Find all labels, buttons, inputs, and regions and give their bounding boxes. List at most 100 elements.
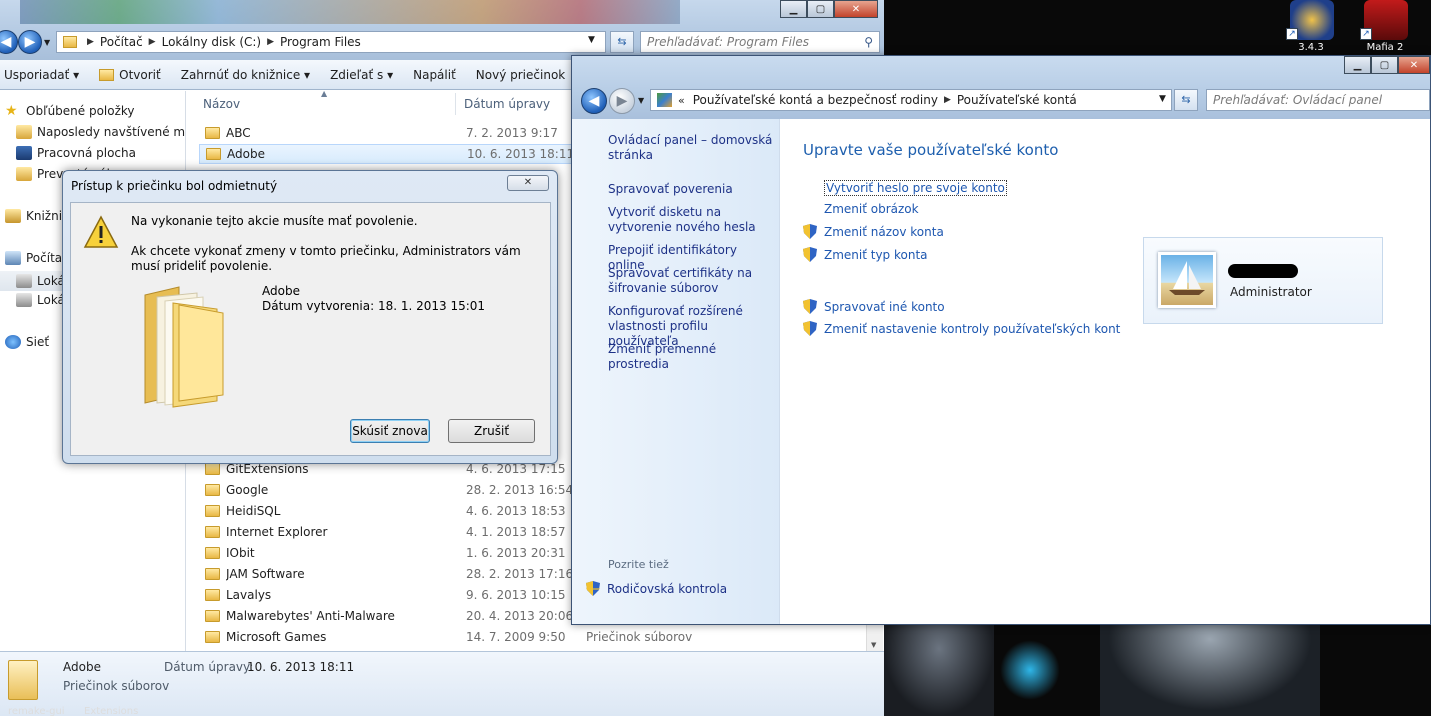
- manage-credentials-link[interactable]: Spravovať poverenia: [608, 182, 773, 197]
- breadcrumb-user-accounts-family[interactable]: Používateľské kontá a bezpečnosť rodiny: [693, 93, 938, 107]
- nav-label: Sieť: [26, 335, 50, 349]
- new-folder-button[interactable]: Nový priečinok: [466, 68, 575, 82]
- explorer-search-input[interactable]: Prehľadávať: Program Files ⚲: [640, 31, 880, 53]
- file-date: 20. 4. 2013 20:06: [466, 609, 574, 623]
- file-name: Google: [226, 483, 269, 497]
- change-picture-link[interactable]: Zmeniť obrázok: [803, 202, 919, 216]
- create-password-link[interactable]: Vytvoriť heslo pre svoje konto: [803, 180, 1007, 196]
- cancel-button[interactable]: Zrušiť: [448, 419, 535, 443]
- minimize-button[interactable]: ▁: [780, 0, 807, 18]
- breadcrumb-computer[interactable]: Počítač: [100, 35, 143, 49]
- forward-button[interactable]: ▶: [18, 30, 42, 54]
- minimize-button[interactable]: ▁: [1344, 56, 1371, 74]
- recent-places-icon: [16, 125, 32, 139]
- explorer-address-bar[interactable]: ▶ Počítač ▶ Lokálny disk (C:) ▶ Program …: [56, 31, 606, 53]
- change-account-type-link[interactable]: Zmeniť typ konta: [803, 247, 928, 262]
- nav-favorites[interactable]: ★ Obľúbené položky: [5, 104, 135, 118]
- parental-controls-link[interactable]: Rodičovská kontrola: [586, 581, 727, 596]
- details-type: Priečinok súborov: [63, 679, 170, 693]
- organize-button[interactable]: Usporiadať ▾: [0, 68, 89, 82]
- password-reset-disk-link[interactable]: Vytvoriť disketu na vytvorenie nového he…: [608, 205, 773, 235]
- page-title: Upravte vaše používateľské konto: [803, 141, 1059, 159]
- file-date: 9. 6. 2013 10:15: [466, 588, 566, 602]
- burn-button[interactable]: Napáliť: [403, 68, 466, 82]
- uac-shield-icon: [803, 247, 817, 262]
- scroll-down-arrow-icon[interactable]: ▼: [871, 641, 876, 649]
- address-dropdown-button[interactable]: ▼: [1159, 94, 1166, 104]
- cp-home-link[interactable]: Ovládací panel – domovská stránka: [608, 133, 773, 163]
- open-button[interactable]: Otvoriť: [89, 68, 171, 82]
- network-icon: [5, 335, 21, 349]
- change-account-name-link[interactable]: Zmeniť názov konta: [803, 224, 944, 239]
- back-button[interactable]: ◀: [581, 88, 607, 114]
- file-name: IObit: [226, 546, 255, 560]
- desktop-shortcut-wow[interactable]: ↗ 3.4.3: [1276, 0, 1340, 53]
- file-name: Lavalys: [226, 588, 272, 602]
- share-with-button[interactable]: Zdieľať s ▾: [320, 68, 403, 82]
- folder-icon: [205, 589, 220, 601]
- folder-icon: [205, 463, 220, 475]
- column-header-name[interactable]: Názov: [203, 97, 240, 111]
- folder-icon: [205, 484, 220, 496]
- refresh-button[interactable]: ⇆: [1174, 89, 1198, 111]
- breadcrumb-separator: ▶: [943, 95, 951, 105]
- folder-icon: [205, 547, 220, 559]
- include-in-library-button[interactable]: Zahrnúť do knižnice ▾: [171, 68, 320, 82]
- cpanel-search-input[interactable]: Prehľadávať: Ovládací panel: [1206, 89, 1430, 111]
- environment-variables-link[interactable]: Zmeniť premenné prostredia: [608, 342, 773, 372]
- wallpaper-robot-right: [1100, 620, 1320, 716]
- recent-pages-dropdown[interactable]: ▼: [44, 38, 50, 47]
- file-date: 4. 1. 2013 18:57: [466, 525, 566, 539]
- retry-button[interactable]: Skúsiť znova: [350, 419, 430, 443]
- maximize-button[interactable]: ▢: [1371, 56, 1398, 74]
- nav-label: Obľúbené položky: [26, 104, 135, 118]
- wallpaper-glow: [1000, 640, 1060, 700]
- refresh-button[interactable]: ⇆: [610, 31, 634, 53]
- breadcrumb-program-files[interactable]: Program Files: [280, 35, 361, 49]
- forward-button[interactable]: ▶: [609, 88, 635, 114]
- maximize-button[interactable]: ▢: [807, 0, 834, 18]
- recent-pages-dropdown[interactable]: ▼: [638, 96, 644, 105]
- breadcrumb-overflow[interactable]: «: [678, 94, 685, 107]
- account-picture[interactable]: [1158, 252, 1216, 308]
- cpanel-address-bar[interactable]: « Používateľské kontá a bezpečnosť rodin…: [650, 89, 1172, 111]
- nav-desktop[interactable]: Pracovná plocha: [16, 146, 136, 160]
- close-button[interactable]: ✕: [1398, 56, 1430, 74]
- address-dropdown-button[interactable]: ▼: [588, 35, 595, 45]
- dialog-message: Na vykonanie tejto akcie musíte mať povo…: [131, 214, 418, 228]
- drive-icon: [16, 274, 32, 288]
- file-name: JAM Software: [226, 567, 305, 581]
- breadcrumb-local-disk[interactable]: Lokálny disk (C:): [162, 35, 262, 49]
- file-name: Internet Explorer: [226, 525, 328, 539]
- folder-icon: [205, 631, 220, 643]
- desktop-shortcut-label: 3.4.3: [1298, 42, 1324, 53]
- breadcrumb-separator: ▶: [148, 37, 156, 47]
- column-header-date[interactable]: Dátum úpravy: [464, 97, 550, 111]
- nav-recent-places[interactable]: Naposledy navštívené miest: [16, 125, 185, 139]
- file-date: 4. 6. 2013 17:15: [466, 462, 566, 476]
- manage-another-account-link[interactable]: Spravovať iné konto: [803, 299, 945, 314]
- wallpaper-robot-left: [884, 620, 994, 716]
- uac-shield-icon: [586, 581, 600, 596]
- shortcut-arrow-icon: ↗: [1286, 28, 1298, 40]
- file-row[interactable]: Microsoft Games 14. 7. 2009 9:50 Priečinok…: [199, 627, 869, 647]
- drive-icon: [16, 293, 32, 307]
- star-icon: ★: [5, 103, 18, 119]
- desktop-shortcut-mafia2[interactable]: ↗ Mafia 2: [1350, 0, 1414, 53]
- desktop-icon: [16, 146, 32, 160]
- dialog-close-button[interactable]: ✕: [507, 175, 549, 191]
- nav-label: Pracovná plocha: [37, 146, 136, 160]
- dialog-folder-name: Adobe: [262, 284, 300, 298]
- file-date: 14. 7. 2009 9:50: [466, 630, 566, 644]
- column-divider: [455, 93, 456, 115]
- close-button[interactable]: ✕: [834, 0, 878, 18]
- nav-computer[interactable]: Počítač: [5, 251, 69, 265]
- folder-icon: [63, 36, 77, 48]
- details-date-label: Dátum úpravy:: [164, 660, 254, 674]
- uac-settings-link[interactable]: Zmeniť nastavenie kontroly používateľský…: [803, 321, 1120, 336]
- file-encryption-certs-link[interactable]: Spravovať certifikáty na šifrovanie súbo…: [608, 266, 773, 296]
- nav-network[interactable]: Sieť: [5, 335, 49, 349]
- breadcrumb-user-accounts[interactable]: Používateľské kontá: [957, 93, 1077, 107]
- dialog-folder-created: Dátum vytvorenia: 18. 1. 2013 15:01: [262, 299, 486, 313]
- folder-icon: [206, 148, 221, 160]
